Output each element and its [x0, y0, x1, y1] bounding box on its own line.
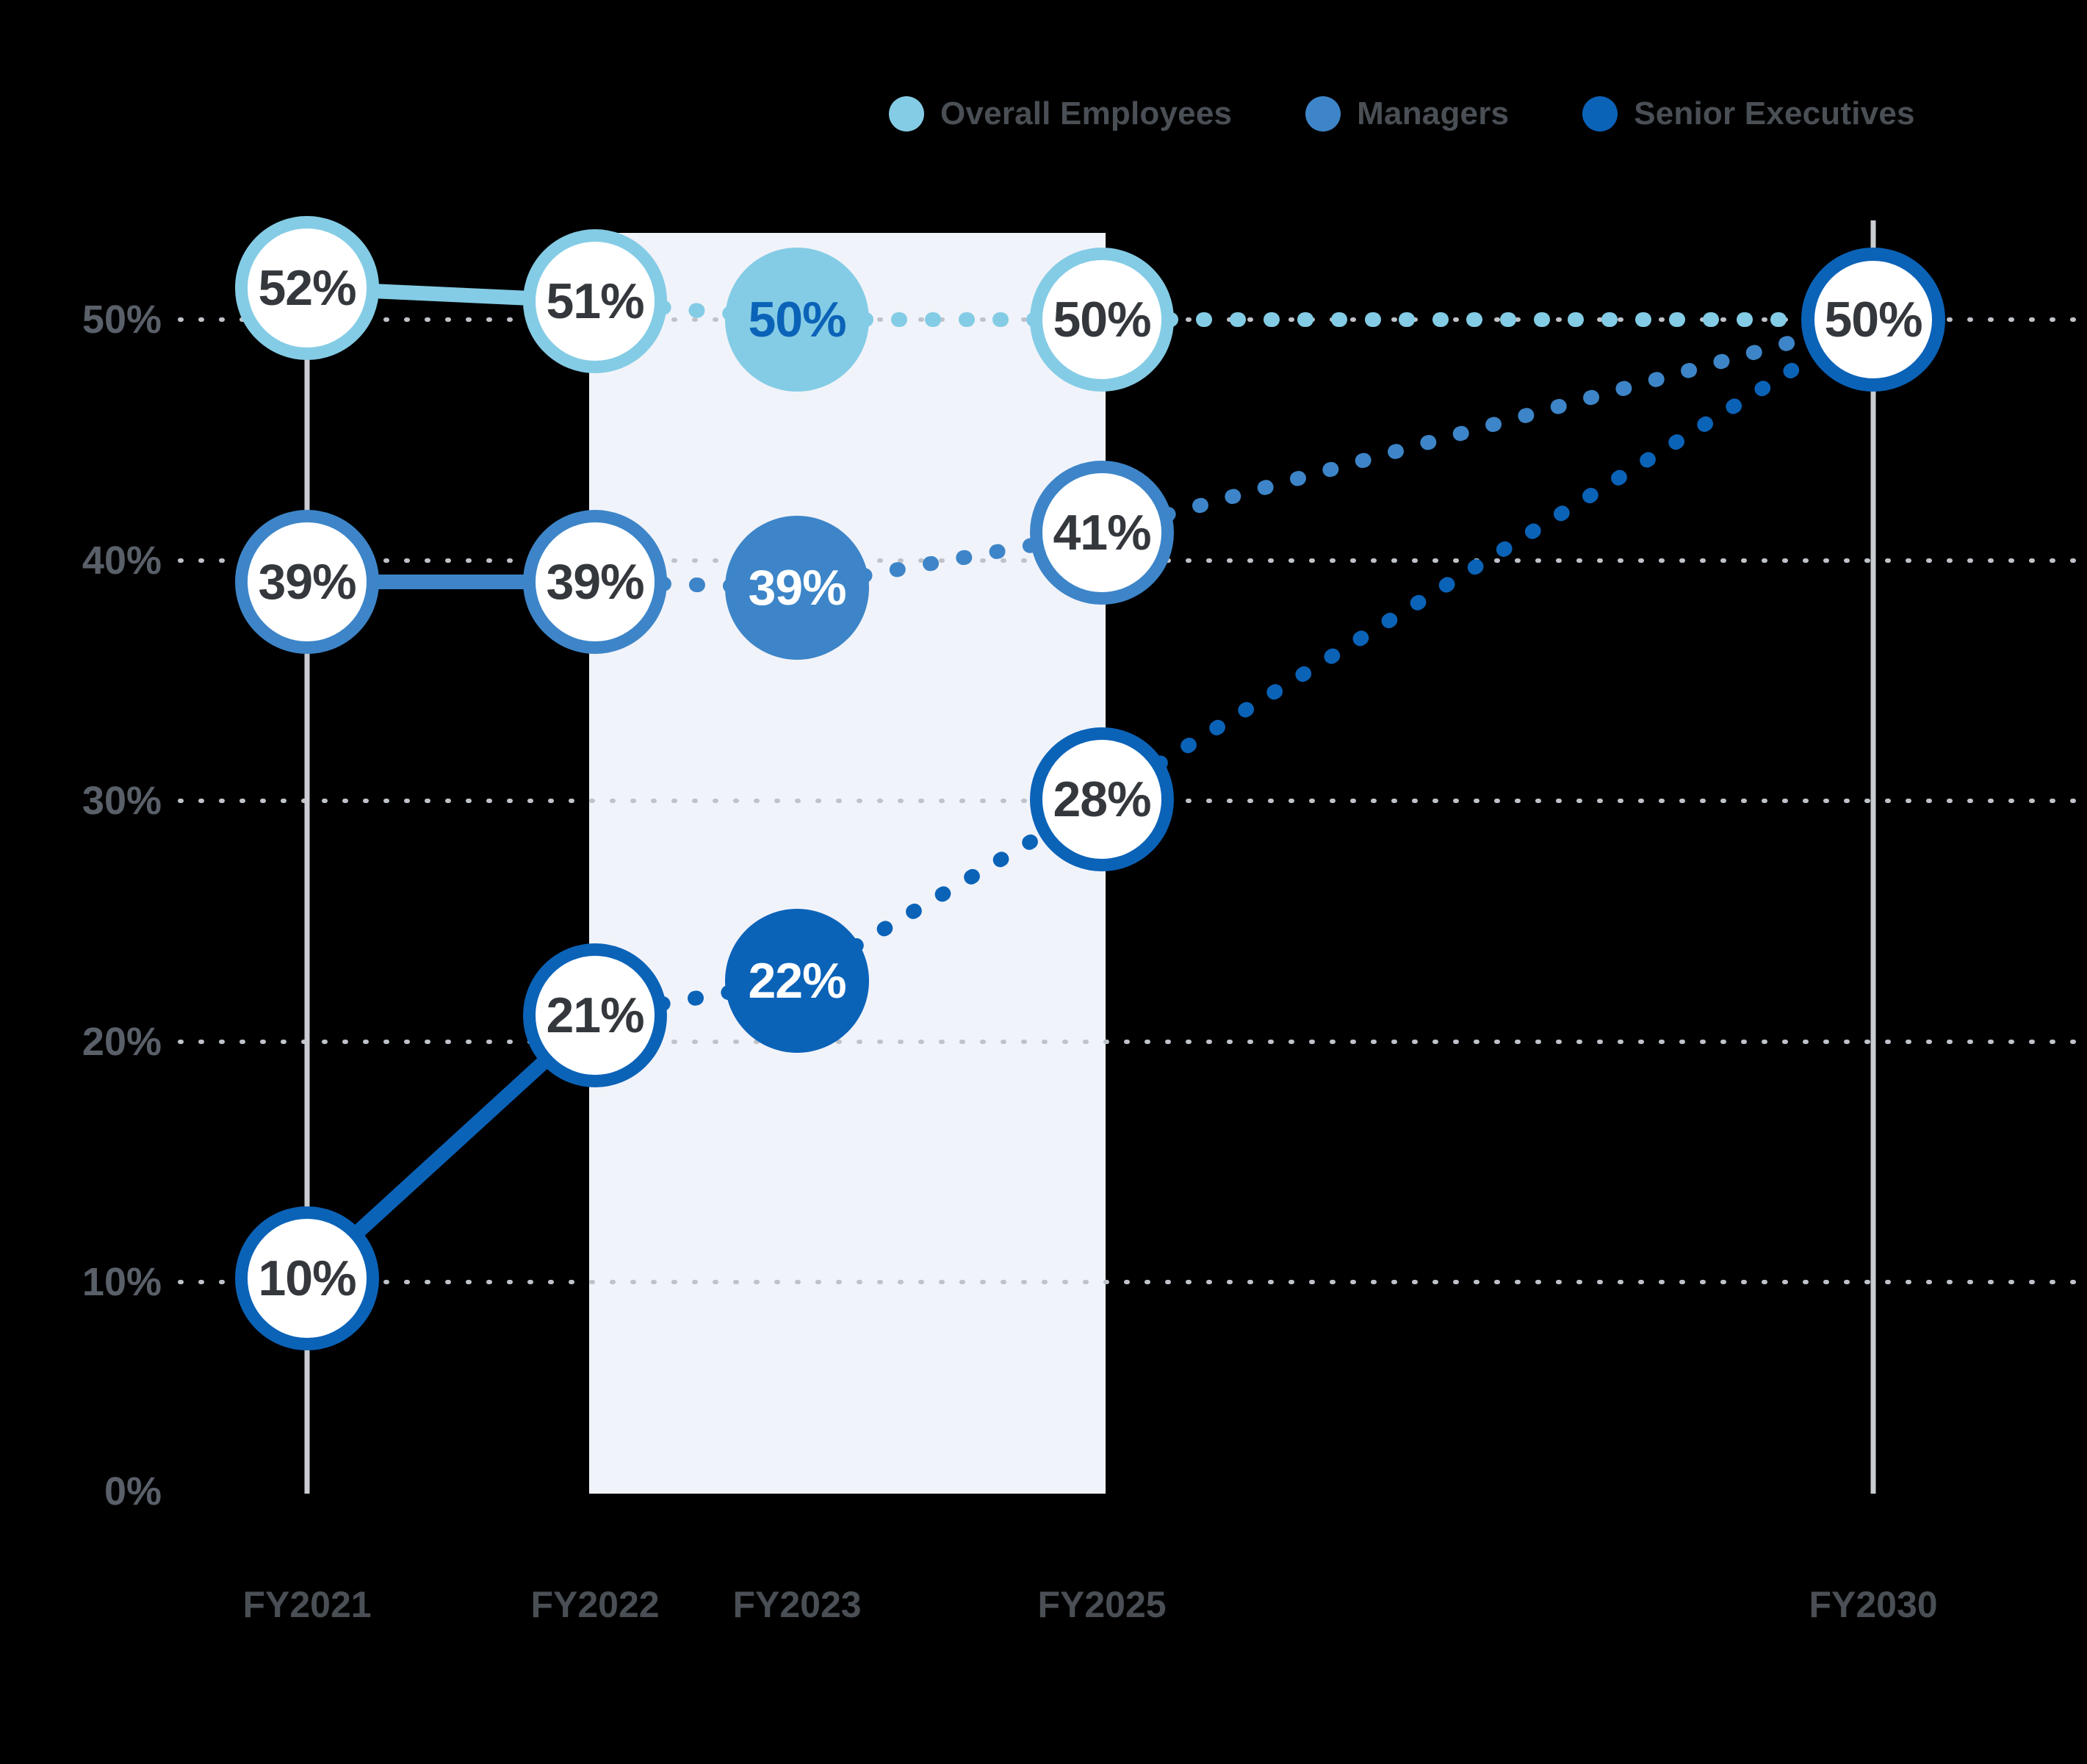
data-point-mg-fy2023[interactable]: 39% [725, 516, 869, 660]
data-point-label: 39% [546, 554, 644, 610]
data-point-label: 28% [1053, 771, 1151, 827]
data-point-label: 50% [1053, 292, 1151, 348]
data-point-label: 50% [748, 292, 846, 348]
plot-area: 50% 40% 30% 20% 10% 0% 52% 51% 50% 50% 3… [0, 0, 2087, 1764]
data-point-label: 51% [546, 273, 644, 329]
data-point-label: 10% [258, 1250, 356, 1306]
data-point-label: 22% [748, 953, 846, 1009]
y-tick-30: 30% [82, 779, 162, 823]
series-mg-dotted-2530 [1095, 312, 1881, 540]
data-point-label: 21% [546, 987, 644, 1043]
x-tick-fy2022: FY2022 [530, 1584, 660, 1625]
data-point-label: 41% [1053, 505, 1151, 561]
chart-root: Overall Employees Managers Senior Execut… [0, 0, 2087, 1764]
data-point-mg-fy2022[interactable]: 39% [523, 510, 667, 654]
data-point-oe-fy2023[interactable]: 50% [725, 248, 869, 392]
data-point-oe-fy2021[interactable]: 52% [235, 216, 379, 360]
x-tick-fy2030: FY2030 [1809, 1584, 1938, 1625]
highlight-band [589, 233, 1106, 1494]
series-se-dotted-2530 [1095, 312, 1881, 807]
data-point-oe-fy2025[interactable]: 50% [1030, 248, 1174, 392]
x-tick-fy2023: FY2023 [732, 1584, 862, 1625]
y-tick-10: 10% [82, 1260, 162, 1304]
x-tick-fy2021: FY2021 [242, 1584, 372, 1625]
data-point-label: 50% [1824, 292, 1922, 348]
y-tick-0: 0% [104, 1469, 162, 1513]
data-point-mg-fy2021[interactable]: 39% [235, 510, 379, 654]
data-point-label: 39% [258, 554, 356, 610]
data-point-oe-fy2022[interactable]: 51% [523, 229, 667, 373]
data-point-se-fy2025[interactable]: 28% [1030, 727, 1174, 871]
data-point-label: 52% [258, 260, 356, 316]
data-point-se-fy2022[interactable]: 21% [523, 943, 667, 1087]
y-tick-50: 50% [82, 298, 162, 342]
data-point-se-fy2021[interactable]: 10% [235, 1206, 379, 1350]
y-tick-20: 20% [82, 1020, 162, 1064]
data-point-mg-fy2025[interactable]: 41% [1030, 461, 1174, 605]
data-point-target-fy2030[interactable]: 50% [1801, 248, 1945, 392]
data-point-label: 39% [748, 560, 846, 616]
x-tick-fy2025: FY2025 [1037, 1584, 1167, 1625]
data-point-se-fy2023[interactable]: 22% [725, 909, 869, 1053]
y-tick-40: 40% [82, 539, 162, 583]
